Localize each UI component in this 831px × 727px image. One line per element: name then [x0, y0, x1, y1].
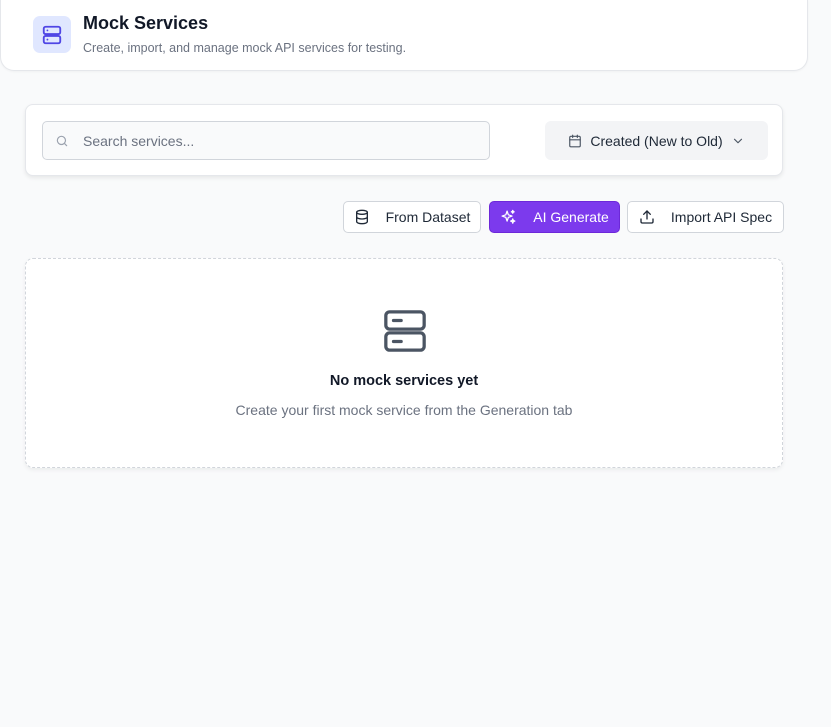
from-dataset-button[interactable]: From Dataset — [343, 201, 481, 233]
page-header: Mock Services Create, import, and manage… — [0, 0, 808, 71]
empty-state-message: Create your first mock service from the … — [235, 402, 573, 418]
import-api-spec-label: Import API Spec — [670, 209, 773, 225]
search-icon — [55, 134, 69, 153]
from-dataset-label: From Dataset — [385, 209, 471, 225]
database-icon — [354, 209, 370, 225]
search-box[interactable] — [42, 121, 490, 160]
filter-toolbar: Created (New to Old) — [25, 104, 783, 176]
page-subtitle: Create, import, and manage mock API serv… — [83, 41, 407, 55]
import-api-spec-button[interactable]: Import API Spec — [627, 201, 784, 233]
empty-state-title: No mock services yet — [329, 373, 479, 389]
calendar-icon — [568, 134, 582, 148]
upload-icon — [639, 209, 655, 225]
ai-generate-label: AI Generate — [533, 209, 609, 225]
sort-label: Created (New to Old) — [590, 132, 723, 149]
ai-generate-button[interactable]: AI Generate — [489, 201, 620, 233]
page-title: Mock Services — [83, 13, 209, 33]
chevron-down-icon — [731, 134, 745, 148]
sparkles-icon — [500, 209, 517, 226]
server-icon — [382, 308, 428, 359]
sort-dropdown[interactable]: Created (New to Old) — [545, 121, 768, 160]
empty-state: No mock services yet Create your first m… — [25, 258, 783, 468]
server-icon — [33, 16, 71, 53]
search-input[interactable] — [83, 122, 483, 159]
